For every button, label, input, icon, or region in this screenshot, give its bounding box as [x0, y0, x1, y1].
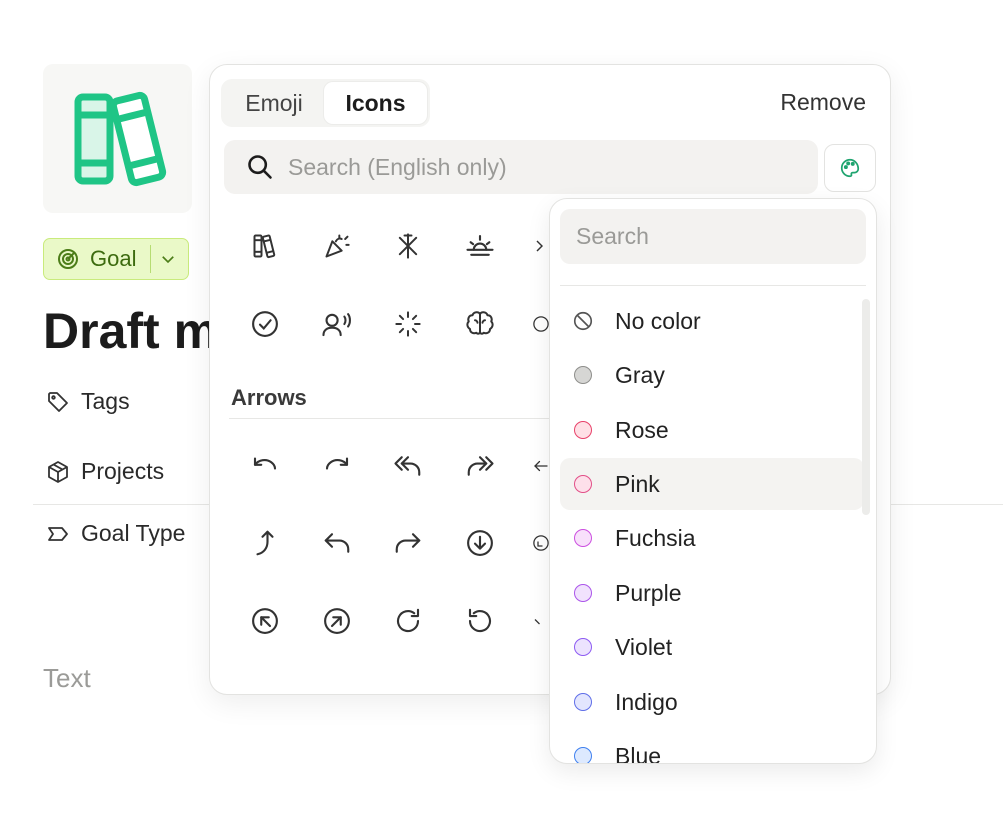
page-icon[interactable]: [43, 64, 192, 213]
color-option-label: No color: [615, 307, 701, 334]
color-swatch: [574, 747, 592, 763]
sparkle-icon[interactable]: [388, 226, 428, 266]
tab-icons[interactable]: Icons: [324, 82, 427, 124]
page-title[interactable]: Draft m: [43, 302, 210, 360]
color-option-purple[interactable]: Purple: [560, 567, 864, 619]
color-option-label: Indigo: [615, 688, 678, 715]
text-placeholder[interactable]: Text: [43, 663, 91, 694]
goal-type-badge[interactable]: Goal: [43, 238, 189, 280]
property-label: Projects: [81, 458, 165, 484]
forward-all-icon[interactable]: [460, 446, 500, 486]
search-placeholder: Search (English only): [288, 153, 507, 180]
color-swatch: [574, 366, 592, 384]
color-swatch: [574, 421, 592, 439]
color-option-pink[interactable]: Pink: [560, 458, 864, 510]
palette-icon: [840, 158, 860, 178]
arrow-up-left-circle-icon[interactable]: [245, 601, 285, 641]
target-icon: [56, 247, 80, 271]
remove-button[interactable]: Remove: [780, 89, 866, 116]
dropdown-divider: [560, 285, 866, 286]
section-label-arrows: Arrows: [231, 385, 307, 410]
color-option-blue[interactable]: Blue: [560, 730, 864, 764]
chevron-down-icon[interactable]: [151, 239, 185, 279]
forward-icon[interactable]: [388, 523, 428, 563]
rotate-ccw-icon[interactable]: [460, 601, 500, 641]
books-icon: [74, 91, 166, 186]
property-tags[interactable]: Tags: [45, 388, 130, 415]
color-swatch: [574, 475, 592, 493]
section-divider: [229, 418, 589, 419]
sunrise-icon[interactable]: [460, 226, 500, 266]
color-option-rose[interactable]: Rose: [560, 404, 864, 456]
color-swatch: [574, 529, 592, 547]
color-swatch: [574, 584, 592, 602]
color-option-indigo[interactable]: Indigo: [560, 676, 864, 728]
color-dropdown: Search No color Gray Rose Pink Fuchsia P…: [549, 198, 877, 764]
arrow-down-circle-icon[interactable]: [460, 523, 500, 563]
gauge-icon[interactable]: [532, 304, 550, 344]
color-option-violet[interactable]: Violet: [560, 621, 864, 673]
color-option-label: Fuchsia: [615, 524, 696, 551]
undo-icon[interactable]: [245, 446, 285, 486]
color-option-label: Rose: [615, 416, 669, 443]
color-option-label: Violet: [615, 633, 673, 660]
property-label: Tags: [81, 388, 130, 414]
chevron-down-icon[interactable]: [532, 601, 550, 641]
arrow-left-icon[interactable]: [532, 446, 550, 486]
color-swatch: [574, 693, 592, 711]
tab-emoji[interactable]: Emoji: [224, 82, 324, 124]
reply-icon[interactable]: [317, 523, 357, 563]
reply-all-icon[interactable]: [388, 446, 428, 486]
color-option-label: Gray: [615, 361, 665, 388]
color-option-label: Purple: [615, 579, 682, 606]
loader-icon[interactable]: [388, 304, 428, 344]
tag-icon: [45, 389, 71, 415]
color-option-label: Pink: [615, 470, 660, 497]
icon-search-input[interactable]: Search (English only): [224, 140, 818, 194]
picker-tabs: Emoji Icons: [221, 79, 430, 127]
color-swatch: [574, 638, 592, 656]
books-icon[interactable]: [245, 226, 285, 266]
check-circle-icon[interactable]: [245, 304, 285, 344]
label-icon: [45, 521, 71, 547]
goal-badge-label: Goal: [90, 246, 137, 271]
color-option-label: Blue: [615, 742, 662, 764]
arrow-down-left-circle-icon[interactable]: [532, 523, 550, 563]
property-label: Goal Type: [81, 520, 186, 546]
no-color-icon: [572, 310, 594, 332]
color-option-no-color[interactable]: No color: [560, 295, 864, 347]
package-icon: [45, 459, 71, 485]
corner-up-icon[interactable]: [245, 523, 285, 563]
color-search-input[interactable]: Search: [560, 209, 866, 264]
property-goal-type[interactable]: Goal Type: [45, 520, 185, 547]
color-palette-button[interactable]: [824, 144, 876, 192]
color-option-fuchsia[interactable]: Fuchsia: [560, 512, 864, 564]
rotate-cw-icon[interactable]: [388, 601, 428, 641]
brain-icon[interactable]: [460, 304, 500, 344]
redo-icon[interactable]: [317, 446, 357, 486]
color-option-gray[interactable]: Gray: [560, 349, 864, 401]
user-voice-icon[interactable]: [317, 304, 357, 344]
arrow-up-right-circle-icon[interactable]: [317, 601, 357, 641]
party-popper-icon[interactable]: [317, 226, 357, 266]
dropdown-scrollbar[interactable]: [862, 299, 870, 515]
property-projects[interactable]: Projects: [45, 458, 164, 485]
search-icon: [246, 153, 274, 181]
